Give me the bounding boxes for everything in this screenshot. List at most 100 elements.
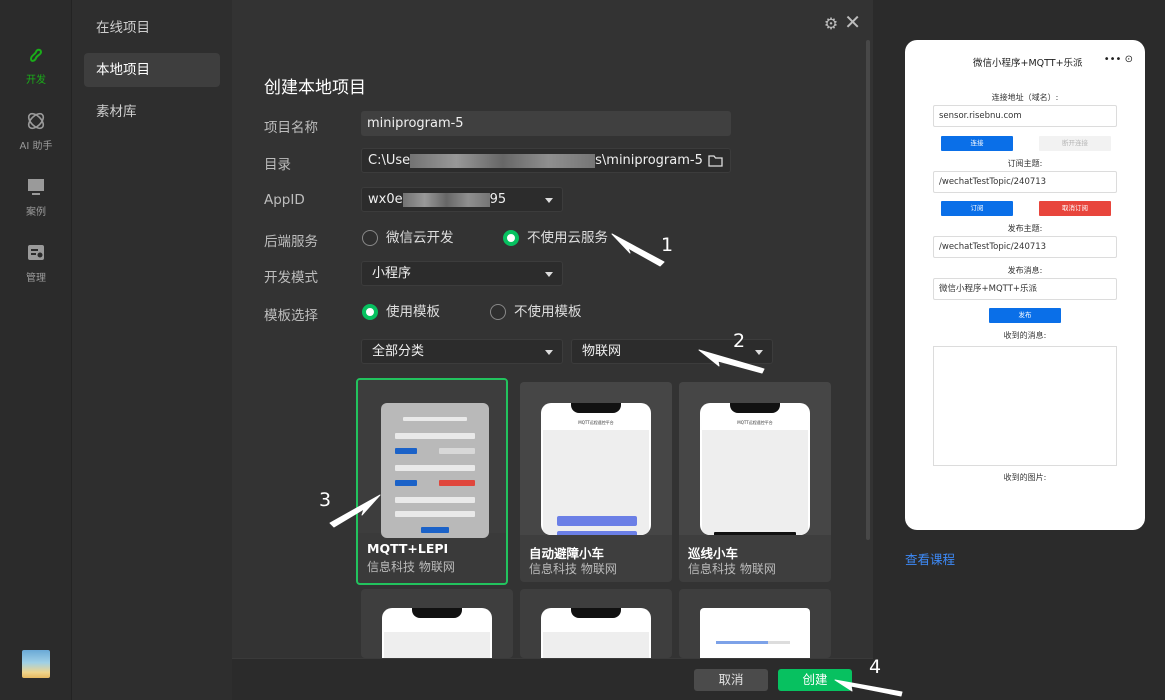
preview-subscribe-input: /wechatTestTopic/240713 (933, 171, 1117, 193)
template-name: MQTT+LEPI (367, 541, 449, 556)
chevron-down-icon (545, 198, 553, 203)
annotation-label-1: 1 (661, 234, 674, 256)
radio-dot (362, 230, 378, 246)
preview-connect-button: 连接 (941, 136, 1013, 151)
template-card-line-car[interactable]: MQTT远程遥控平台 巡线小车 信息科技 物联网 (679, 382, 831, 582)
radio-use-template[interactable]: 使用模板 (362, 303, 440, 321)
redacted-text (402, 192, 490, 207)
nav-item-materials[interactable]: 素材库 (84, 95, 220, 129)
radio-label: 微信云开发 (386, 230, 454, 246)
template-tags: 信息科技 物联网 (688, 562, 776, 576)
radio-no-cloud[interactable]: 不使用云服务 (503, 229, 608, 247)
template-preview-image (381, 403, 489, 538)
preview-publish-label: 发布主题: (1007, 224, 1043, 233)
ai-assistant-icon (27, 112, 45, 130)
preview-publish-button: 发布 (989, 308, 1061, 323)
template-thumbnail: MQTT远程遥控平台 (520, 382, 672, 535)
template-label: 模板选择 (264, 308, 318, 324)
preview-panel: 微信小程序+MQTT+乐派 ••• ⊙ 连接地址（域名）: sensor.ris… (873, 0, 1165, 700)
template-preview-phone: 微信小程序+MQTT+乐派 ••• ⊙ 连接地址（域名）: sensor.ris… (905, 40, 1145, 530)
template-card-auto-car[interactable]: MQTT远程遥控平台 自动避障小车 信息科技 物联网 (520, 382, 672, 582)
rail-label-dev: 开发 (26, 75, 46, 86)
template-card[interactable] (361, 589, 513, 658)
template-thumbnail (358, 380, 506, 538)
annotation-label-4: 4 (869, 656, 882, 678)
icon-rail: 开发 AI 助手 案例 管理 (0, 0, 72, 700)
preview-message-label: 发布消息: (1007, 266, 1043, 275)
rail-item-ai[interactable]: AI 助手 (0, 110, 72, 152)
template-preview-image (700, 608, 810, 658)
appid-suffix: 95 (489, 192, 507, 207)
dialog-title: 创建本地项目 (264, 78, 366, 98)
directory-input[interactable]: C:\Use s\miniprogram-5 (361, 148, 731, 173)
category-select[interactable]: 全部分类 (361, 339, 563, 364)
radio-no-template[interactable]: 不使用模板 (490, 303, 582, 321)
radio-label: 使用模板 (386, 304, 440, 320)
app-window: 开发 AI 助手 案例 管理 在线项目 本地项目 素材库 ⚙ ✕ 创建本地项目 项… (0, 0, 1165, 700)
category-value: 全部分类 (372, 344, 425, 359)
settings-icon[interactable]: ⚙ (824, 14, 838, 33)
dialog-footer: 取消 创建 (232, 658, 873, 700)
nav-item-local-projects[interactable]: 本地项目 (84, 53, 220, 87)
close-icon[interactable]: ✕ (844, 10, 861, 34)
rail-item-cases[interactable]: 案例 (0, 176, 72, 218)
capsule-menu-icon: ••• ⊙ (1103, 54, 1133, 65)
cancel-button[interactable]: 取消 (694, 669, 768, 691)
cases-icon (28, 179, 44, 195)
annotation-label-2: 2 (733, 330, 746, 352)
preview-received-image-label: 收到的图片: (1003, 473, 1047, 482)
preview-connect-input: sensor.risebnu.com (933, 105, 1117, 127)
appid-label: AppID (264, 192, 305, 208)
preview-disconnect-button: 断开连接 (1039, 136, 1111, 151)
template-preview-image: MQTT远程遥控平台 (700, 403, 810, 535)
annotation-label-3: 3 (319, 489, 332, 511)
chevron-down-icon (545, 272, 553, 277)
appid-select[interactable]: wx0e 95 (361, 187, 563, 212)
dev-icon (29, 48, 43, 62)
template-preview-image: MQTT远程遥控平台 (541, 403, 651, 535)
directory-label: 目录 (264, 157, 291, 173)
redacted-text (410, 153, 596, 168)
dialog-top-icons: ⚙ ✕ (818, 10, 861, 34)
template-card-mqtt-lepi[interactable]: MQTT+LEPI 信息科技 物联网 (356, 378, 508, 585)
radio-dot (490, 304, 506, 320)
dev-mode-label: 开发模式 (264, 270, 318, 286)
template-tags: 信息科技 物联网 (529, 562, 617, 576)
project-name-input[interactable]: miniprogram-5 (361, 111, 731, 136)
project-name-label: 项目名称 (264, 120, 318, 136)
template-card[interactable] (679, 589, 831, 658)
view-course-link[interactable]: 查看课程 (905, 549, 955, 568)
rail-label-manage: 管理 (26, 273, 46, 284)
nav-item-online-projects[interactable]: 在线项目 (84, 11, 220, 45)
rail-item-dev[interactable]: 开发 (0, 44, 72, 86)
create-project-dialog: ⚙ ✕ 创建本地项目 项目名称 miniprogram-5 目录 C:\Use s\… (232, 0, 873, 700)
radio-dot (362, 304, 378, 320)
template-card[interactable] (520, 589, 672, 658)
template-thumbnail: MQTT远程遥控平台 (679, 382, 831, 535)
backend-label: 后端服务 (264, 234, 318, 250)
chevron-down-icon (755, 350, 763, 355)
directory-suffix: s\miniprogram-5 (595, 153, 703, 168)
radio-label: 不使用云服务 (527, 230, 608, 246)
preview-subscribe-button: 订阅 (941, 201, 1013, 216)
preview-title: 微信小程序+MQTT+乐派 (973, 58, 1083, 69)
template-preview-image (541, 608, 651, 658)
subcategory-value: 物联网 (582, 344, 622, 359)
radio-wechat-cloud[interactable]: 微信云开发 (362, 229, 454, 247)
create-button[interactable]: 创建 (778, 669, 852, 691)
preview-message-input: 微信小程序+MQTT+乐派 (933, 278, 1117, 300)
avatar[interactable] (22, 650, 50, 678)
radio-label: 不使用模板 (514, 304, 582, 320)
preview-publish-input: /wechatTestTopic/240713 (933, 236, 1117, 258)
dev-mode-value: 小程序 (372, 266, 412, 281)
dev-mode-select[interactable]: 小程序 (361, 261, 563, 286)
chevron-down-icon (545, 350, 553, 355)
directory-prefix: C:\Use (368, 153, 411, 168)
template-preview-image (382, 608, 492, 658)
scrollbar[interactable] (866, 40, 870, 540)
folder-icon[interactable] (708, 154, 723, 167)
preview-unsubscribe-button: 取消订阅 (1039, 201, 1111, 216)
rail-item-manage[interactable]: 管理 (0, 242, 72, 284)
project-nav: 在线项目 本地项目 素材库 (72, 0, 232, 700)
radio-dot (503, 230, 519, 246)
